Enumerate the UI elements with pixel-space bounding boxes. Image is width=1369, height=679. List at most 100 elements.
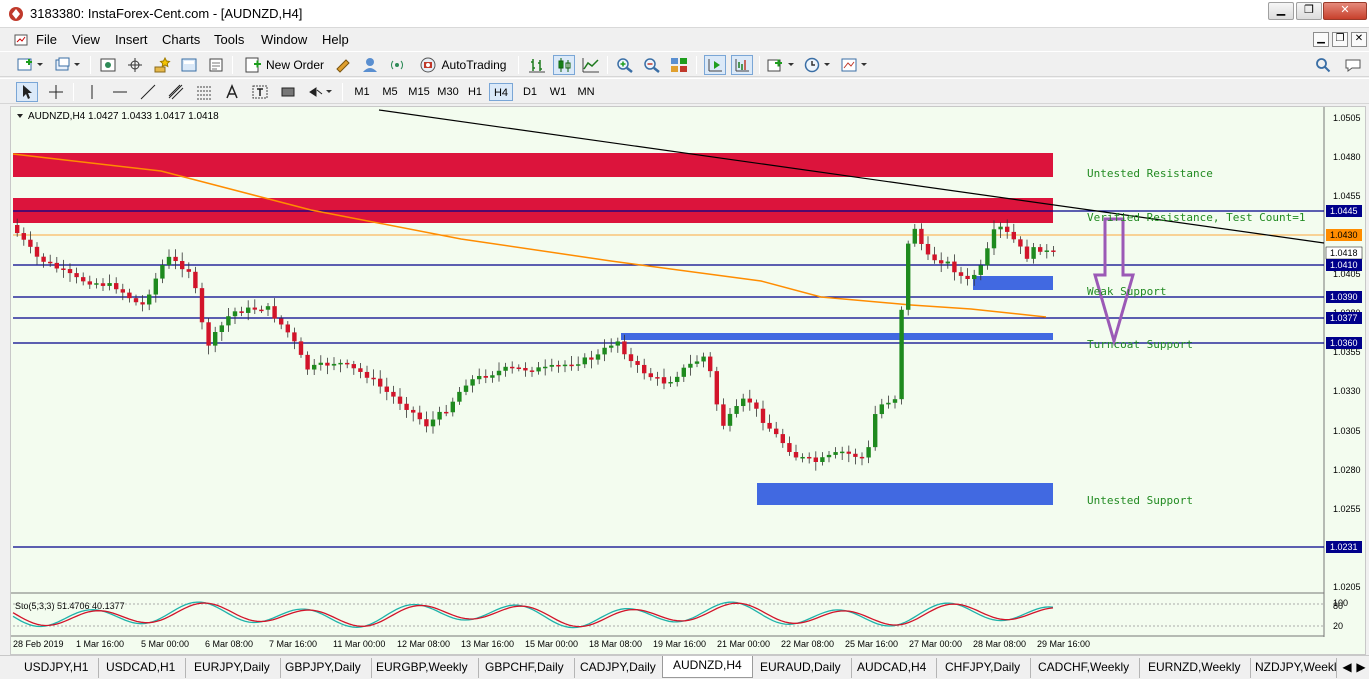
timeframe-d1[interactable]: D1 [519,83,541,101]
close-button[interactable]: ✕ [1323,2,1367,20]
candle-body [985,248,990,266]
menu-insert[interactable]: Insert [115,32,148,47]
line-chart-button[interactable] [580,55,602,75]
minimize-button[interactable]: ▁ [1268,2,1294,20]
restore-button[interactable]: ❐ [1296,2,1322,20]
menu-tools[interactable]: Tools [214,32,244,47]
vertical-line-button[interactable] [82,82,102,102]
periods-button[interactable] [803,55,835,75]
text-tool-button[interactable] [222,82,242,102]
profiles-button[interactable] [54,55,84,75]
candle-body [615,341,620,346]
crosshair-tool-button[interactable] [45,82,67,102]
timeframe-m30[interactable]: M30 [434,83,462,101]
menu-file[interactable]: File [36,32,57,47]
candle-body [1051,250,1056,252]
menu-charts[interactable]: Charts [162,32,200,47]
tab-euraud-daily[interactable]: EURAUD,Daily [750,658,852,678]
rectangle-icon [281,87,295,97]
chat-button[interactable] [1342,55,1364,75]
zoom-in-button[interactable] [614,55,636,75]
mdi-minimize-button[interactable]: ▁ [1313,32,1329,47]
tab-scroll-left-icon[interactable]: ◀ [1340,658,1354,678]
search-button[interactable] [1313,55,1333,75]
channel-button[interactable] [166,82,186,102]
text-label-button[interactable] [250,82,270,102]
mdi-restore-button[interactable]: ❐ [1332,32,1348,47]
candle-body [529,370,535,372]
tab-scroll-right-icon[interactable]: ▶ [1354,658,1368,678]
templates-button[interactable] [840,55,872,75]
indicator-plot-area[interactable] [12,596,1324,636]
terminal-button[interactable] [178,55,200,75]
mdi-close-button[interactable]: ✕ [1351,32,1367,47]
price-tags: 1.0445 1.0430 1.0418 1.0410 1.0390 1.037… [1325,205,1363,553]
menu-view[interactable]: View [72,32,100,47]
menu-help[interactable]: Help [322,32,349,47]
new-order-button[interactable]: New Order [242,55,326,75]
zoom-out-button[interactable] [641,55,663,75]
candle-body [708,356,713,372]
candle-body [450,401,455,413]
time-axis: 28 Feb 2019 1 Mar 16:00 5 Mar 00:00 6 Ma… [13,639,1090,649]
price-chart-canvas[interactable]: Untested Resistance Verified Resistance,… [11,107,1367,656]
experts-button[interactable] [359,55,381,75]
candle-body [107,283,112,286]
indicator-tick: 80 [1333,601,1343,611]
signals-button[interactable] [386,55,408,75]
tab-nzdjpy-weekly[interactable]: NZDJPY,Weekl [1245,658,1337,678]
data-window-button[interactable] [124,55,146,75]
tab-usdcad-h1[interactable]: USDCAD,H1 [96,658,187,678]
timeframe-m1[interactable]: M1 [350,83,374,101]
tab-eurgbp-weekly[interactable]: EURGBP,Weekly [366,658,479,678]
rectangle-tool-button[interactable] [278,82,298,102]
new-chart-button[interactable] [16,55,46,75]
timeframe-w1[interactable]: W1 [546,83,570,101]
tab-audnzd-h4[interactable]: AUDNZD,H4 [662,656,753,678]
navigator-button[interactable] [151,55,173,75]
candle-body [648,373,653,378]
horizontal-line-button[interactable] [110,82,130,102]
fibonacci-button[interactable] [194,82,214,102]
cursor-tool-button[interactable] [16,82,38,102]
timeframe-mn[interactable]: MN [573,83,599,101]
tab-usdjpy-h1[interactable]: USDJPY,H1 [14,658,100,678]
arrows-dropdown-icon [309,87,332,97]
candle-body [424,419,429,427]
candle-body [965,275,970,280]
market-watch-button[interactable] [97,55,119,75]
timeframe-m15[interactable]: M15 [405,83,433,101]
auto-scroll-button[interactable] [704,55,726,75]
tab-chfjpy-daily[interactable]: CHFJPY,Daily [935,658,1032,678]
autotrading-button[interactable]: AutoTrading [414,55,510,75]
timeframe-h1[interactable]: H1 [464,83,486,101]
chart-shift-button[interactable] [731,55,753,75]
tile-windows-button[interactable] [668,55,690,75]
menu-window[interactable]: Window [261,32,307,47]
bar-chart-button[interactable] [526,55,548,75]
tab-gbpjpy-daily[interactable]: GBPJPY,Daily [275,658,372,678]
arrows-tool-button[interactable] [306,82,336,102]
chart-window-icon [14,34,28,46]
tab-cadjpy-daily[interactable]: CADJPY,Daily [570,658,667,678]
chart-window[interactable]: Untested Resistance Verified Resistance,… [10,106,1366,655]
toolbar-separator [232,56,233,74]
candle-body [675,376,680,382]
candlestick-chart-button[interactable] [553,55,575,75]
indicators-button[interactable] [766,55,798,75]
tab-eurnzd-weekly[interactable]: EURNZD,Weekly [1138,658,1252,678]
candle-body [15,225,20,234]
untested-support-zone [757,483,1053,505]
metaeditor-button[interactable] [332,55,354,75]
tab-audcad-h4[interactable]: AUDCAD,H4 [847,658,938,678]
candle-body [1005,226,1010,232]
timeframe-m5[interactable]: M5 [378,83,402,101]
tab-cadchf-weekly[interactable]: CADCHF,Weekly [1028,658,1141,678]
candle-body [1018,239,1023,247]
candle-body [272,306,277,319]
timeframe-h4[interactable]: H4 [489,83,513,101]
strategy-tester-button[interactable] [205,55,227,75]
tab-gbpchf-daily[interactable]: GBPCHF,Daily [475,658,575,678]
tab-eurjpy-daily[interactable]: EURJPY,Daily [184,658,281,678]
trendline-button[interactable] [138,82,158,102]
